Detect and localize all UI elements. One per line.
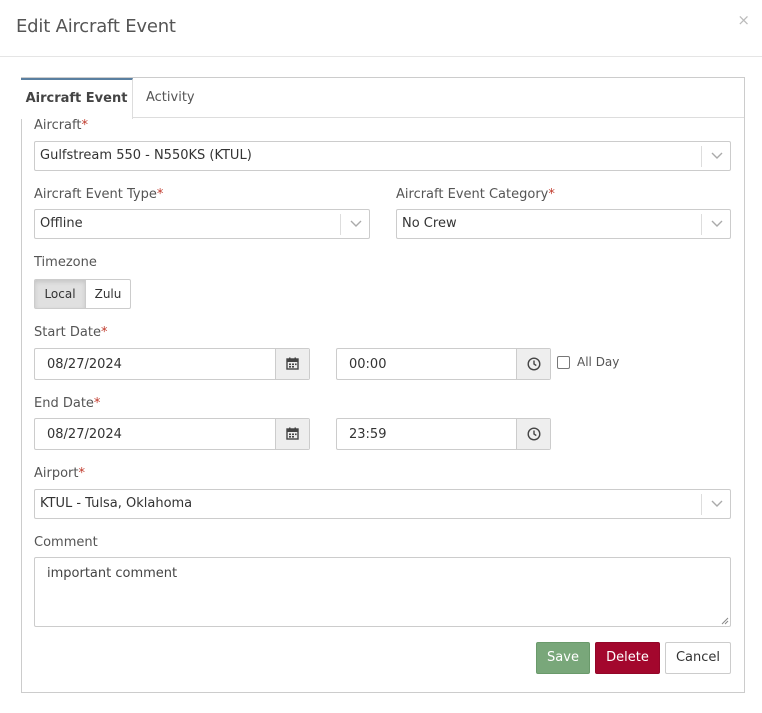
end-time-value: 23:59 <box>349 427 387 442</box>
required-marker: * <box>93 396 101 411</box>
event-category-select[interactable]: No Crew <box>396 209 731 239</box>
close-icon[interactable]: × <box>737 13 750 28</box>
start-time-input[interactable]: 00:00 <box>336 348 551 380</box>
timezone-zulu-button[interactable]: Zulu <box>85 279 131 309</box>
tab-aircraft-event[interactable]: Aircraft Event <box>21 78 133 119</box>
start-time-value: 00:00 <box>349 357 387 372</box>
timezone-label: Timezone <box>34 255 97 270</box>
end-date-value: 08/27/2024 <box>47 427 122 442</box>
chevron-down-icon[interactable] <box>340 214 369 235</box>
timezone-local-button[interactable]: Local <box>34 279 86 309</box>
event-type-select[interactable]: Offline <box>34 209 370 239</box>
start-date-value: 08/27/2024 <box>47 357 122 372</box>
aircraft-label: Aircraft* <box>34 118 88 133</box>
event-category-value: No Crew <box>402 216 457 231</box>
required-marker: * <box>81 118 88 133</box>
chevron-down-icon[interactable] <box>701 494 730 515</box>
start-date-input[interactable]: 08/27/2024 <box>34 348 310 380</box>
dialog-title: Edit Aircraft Event <box>16 16 176 37</box>
chevron-down-icon[interactable] <box>701 214 730 235</box>
comment-label: Comment <box>34 535 98 550</box>
required-marker: * <box>548 187 555 202</box>
event-category-label: Aircraft Event Category* <box>396 187 555 202</box>
cancel-button[interactable]: Cancel <box>665 642 731 674</box>
event-type-value: Offline <box>40 216 83 231</box>
required-marker: * <box>100 325 108 340</box>
end-date-input[interactable]: 08/27/2024 <box>34 418 310 450</box>
calendar-icon[interactable] <box>275 349 309 379</box>
tab-bar: Aircraft Event Activity <box>21 78 744 119</box>
all-day-label: All Day <box>577 355 620 369</box>
required-marker: * <box>78 466 86 481</box>
aircraft-value: Gulfstream 550 - N550KS (KTUL) <box>40 148 252 163</box>
chevron-down-icon[interactable] <box>701 146 730 167</box>
calendar-icon[interactable] <box>275 419 309 449</box>
modal-header: Edit Aircraft Event × <box>0 0 762 57</box>
aircraft-select[interactable]: Gulfstream 550 - N550KS (KTUL) <box>34 141 731 171</box>
tab-activity[interactable]: Activity <box>146 78 195 118</box>
delete-button[interactable]: Delete <box>595 642 660 674</box>
end-time-input[interactable]: 23:59 <box>336 418 551 450</box>
airport-label: Airport* <box>34 466 85 481</box>
clock-icon[interactable] <box>516 349 550 379</box>
event-type-label: Aircraft Event Type* <box>34 187 164 202</box>
resize-grip-icon[interactable] <box>721 617 729 625</box>
save-button[interactable]: Save <box>536 642 590 674</box>
airport-value: KTUL - Tulsa, Oklahoma <box>40 496 193 511</box>
airport-select[interactable]: KTUL - Tulsa, Oklahoma <box>34 489 731 519</box>
comment-textarea[interactable]: important comment <box>34 557 731 627</box>
comment-value: important comment <box>47 566 178 581</box>
required-marker: * <box>156 187 164 202</box>
clock-icon[interactable] <box>516 419 550 449</box>
end-date-label: End Date* <box>34 396 101 411</box>
start-date-label: Start Date* <box>34 325 108 340</box>
all-day-checkbox[interactable] <box>557 356 570 369</box>
